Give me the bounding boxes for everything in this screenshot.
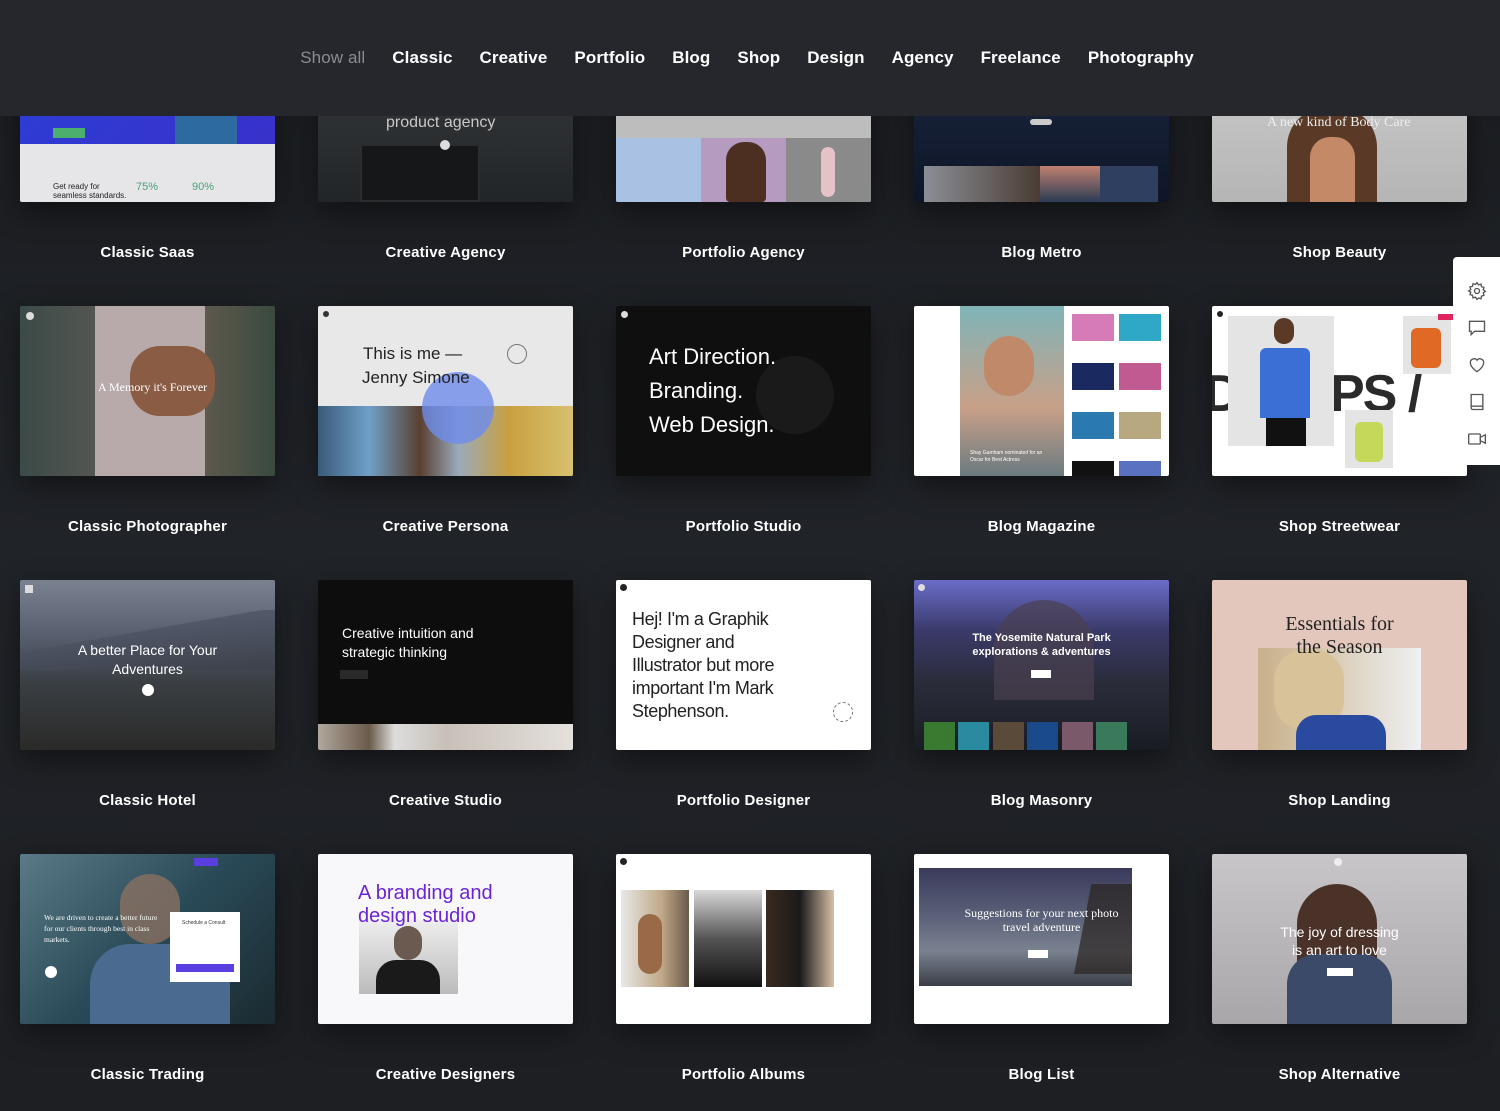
demo-thumbnail[interactable]: A Memory it's Forever (20, 306, 275, 476)
demo-thumbnail[interactable] (616, 854, 871, 1024)
demo-thumbnail[interactable]: Suggestions for your next photo travel a… (914, 854, 1169, 1024)
side-panel (1453, 257, 1500, 465)
demo-title[interactable]: Blog List (914, 1066, 1169, 1083)
demo-thumbnail[interactable]: Art Direction. Branding. Web Design. (616, 306, 871, 476)
demo-title[interactable]: Creative Agency (318, 244, 573, 261)
demo-thumbnail[interactable]: The Yosemite Natural Park explorations &… (914, 580, 1169, 750)
demo-thumbnail[interactable]: Creative intuition and strategic thinkin… (318, 580, 573, 750)
filter-classic[interactable]: Classic (379, 48, 466, 68)
filter-shop[interactable]: Shop (724, 48, 794, 68)
demo-title[interactable]: Shop Beauty (1212, 244, 1467, 261)
filter-creative[interactable]: Creative (466, 48, 561, 68)
gear-icon[interactable] (1466, 281, 1487, 301)
demo-title[interactable]: Blog Metro (914, 244, 1169, 261)
demo-title[interactable]: Portfolio Designer (616, 792, 871, 809)
demo-thumbnail[interactable]: D PS / (1212, 306, 1467, 476)
demo-title[interactable]: Shop Streetwear (1212, 518, 1467, 535)
demo-thumbnail[interactable]: This is me — Jenny Simone (318, 306, 573, 476)
demo-thumbnail[interactable]: Hej! I'm a Graphik Designer and Illustra… (616, 580, 871, 750)
demo-title[interactable]: Classic Trading (20, 1066, 275, 1083)
filter-tabs: Show all Classic Creative Portfolio Blog… (287, 48, 1208, 68)
demo-title[interactable]: Blog Magazine (914, 518, 1169, 535)
filter-photography[interactable]: Photography (1074, 48, 1207, 68)
demo-title[interactable]: Shop Landing (1212, 792, 1467, 809)
demo-thumbnail[interactable]: Shay Gamham nominated for an Oscar for B… (914, 306, 1169, 476)
filter-portfolio[interactable]: Portfolio (561, 48, 659, 68)
filter-design[interactable]: Design (794, 48, 878, 68)
demo-title[interactable]: Shop Alternative (1212, 1066, 1467, 1083)
demo-title[interactable]: Classic Photographer (20, 518, 275, 535)
demo-thumbnail[interactable]: Schedule a Consult We are driven to crea… (20, 854, 275, 1024)
demo-title[interactable]: Portfolio Albums (616, 1066, 871, 1083)
demo-title[interactable]: Creative Designers (318, 1066, 573, 1083)
demo-title[interactable]: Portfolio Agency (616, 244, 871, 261)
demo-title[interactable]: Creative Persona (318, 518, 573, 535)
filter-agency[interactable]: Agency (878, 48, 967, 68)
demo-title[interactable]: Classic Saas (20, 244, 275, 261)
video-camera-icon[interactable] (1467, 429, 1487, 449)
demo-thumbnail[interactable]: Essentials for the Season (1212, 580, 1467, 750)
filter-blog[interactable]: Blog (659, 48, 724, 68)
demo-title[interactable]: Creative Studio (318, 792, 573, 809)
demo-thumbnail[interactable]: A branding and design studio (318, 854, 573, 1024)
demo-title[interactable]: Classic Hotel (20, 792, 275, 809)
book-icon[interactable] (1467, 392, 1487, 412)
filter-bar: Show all Classic Creative Portfolio Blog… (0, 0, 1500, 116)
demo-title[interactable]: Blog Masonry (914, 792, 1169, 809)
filter-freelance[interactable]: Freelance (967, 48, 1074, 68)
demo-thumbnail[interactable]: A better Place for Your Adventures (20, 580, 275, 750)
demo-title[interactable]: Portfolio Studio (616, 518, 871, 535)
demo-grid: Get ready for seamless standards. 75% 90… (0, 0, 1500, 1111)
demo-thumbnail[interactable]: The joy of dressing is an art to love (1212, 854, 1467, 1024)
filter-show-all[interactable]: Show all (287, 48, 379, 68)
chat-icon[interactable] (1467, 318, 1487, 338)
heart-icon[interactable] (1467, 355, 1487, 375)
